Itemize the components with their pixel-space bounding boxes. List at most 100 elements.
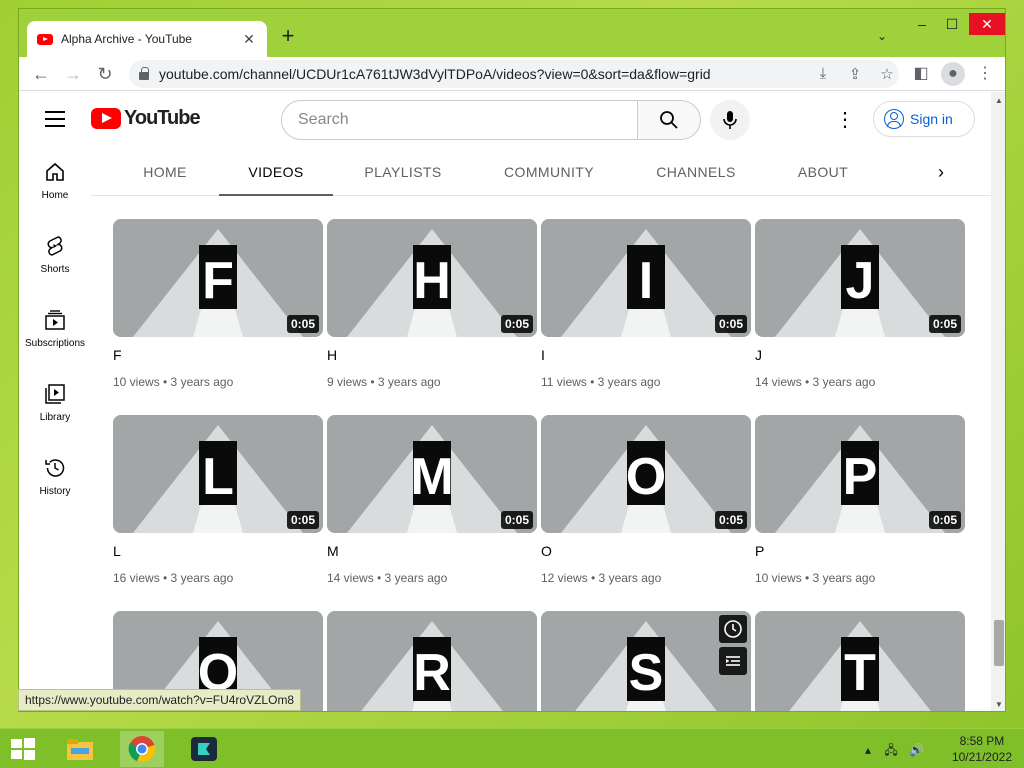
- tab-videos[interactable]: VIDEOS: [219, 148, 333, 196]
- tab-community[interactable]: COMMUNITY: [491, 148, 607, 196]
- install-icon[interactable]: ⤓: [813, 65, 833, 82]
- browser-menu-icon[interactable]: ⋮: [973, 62, 997, 86]
- youtube-favicon-icon: [37, 33, 53, 45]
- video-title[interactable]: H: [327, 347, 337, 363]
- scroll-thumb[interactable]: [994, 620, 1004, 666]
- video-title[interactable]: O: [541, 543, 552, 559]
- account-icon: [884, 109, 904, 129]
- video-thumbnail[interactable]: J 0:05: [755, 219, 965, 337]
- taskbar-clock[interactable]: 8:58 PM 10/21/2022: [952, 733, 1012, 765]
- video-metadata: 10 views • 3 years ago: [113, 375, 234, 389]
- video-metadata: 12 views • 3 years ago: [541, 571, 662, 585]
- video-card[interactable]: J 0:05 J 14 views • 3 years ago: [755, 219, 965, 409]
- video-thumbnail[interactable]: R: [327, 611, 537, 711]
- video-card[interactable]: I 0:05 I 11 views • 3 years ago: [541, 219, 751, 409]
- video-thumbnail[interactable]: I 0:05: [541, 219, 751, 337]
- video-thumbnail[interactable]: P 0:05: [755, 415, 965, 533]
- video-duration-badge: 0:05: [500, 511, 533, 529]
- video-card[interactable]: T: [755, 611, 965, 711]
- video-duration-badge: 0:05: [928, 511, 961, 529]
- guide-item-subscriptions[interactable]: Subscriptions: [19, 296, 91, 370]
- guide-item-history[interactable]: History: [19, 444, 91, 518]
- share-icon[interactable]: ⇪: [845, 65, 865, 83]
- video-card[interactable]: O 0:05 O 12 views • 3 years ago: [541, 415, 751, 605]
- settings-more-icon[interactable]: ⋮: [833, 108, 857, 132]
- youtube-logo[interactable]: YouTube: [91, 107, 201, 130]
- tab-close-icon[interactable]: ✕: [241, 31, 257, 48]
- scroll-down-arrow-icon[interactable]: ▼: [995, 700, 1003, 709]
- browser-toolbar: ← → ↻ youtube.com/channel/UCDUr1cA761tJW…: [19, 57, 1005, 91]
- guide-label: Home: [41, 190, 69, 201]
- guide-item-home[interactable]: Home: [19, 148, 91, 222]
- windows-start-icon[interactable]: [10, 737, 36, 761]
- tab-home[interactable]: HOME: [127, 148, 203, 196]
- new-tab-button[interactable]: +: [277, 25, 299, 47]
- thumbnail-letter: H: [413, 252, 451, 310]
- video-card[interactable]: R: [327, 611, 537, 711]
- window-maximize-button[interactable]: ☐: [937, 13, 967, 35]
- video-card[interactable]: F 0:05 F 10 views • 3 years ago: [113, 219, 323, 409]
- tabs-next-chevron-icon[interactable]: ›: [929, 160, 953, 184]
- tab-about[interactable]: ABOUT: [783, 148, 863, 196]
- chrome-app[interactable]: [120, 731, 164, 767]
- scroll-up-arrow-icon[interactable]: ▲: [995, 96, 1003, 105]
- profile-avatar-icon[interactable]: ●: [941, 62, 965, 86]
- video-card[interactable]: L 0:05 L 16 views • 3 years ago: [113, 415, 323, 605]
- clock-time: 8:58 PM: [959, 734, 1005, 748]
- network-icon[interactable]: 🖧: [884, 743, 897, 757]
- video-card[interactable]: H 0:05 H 9 views • 3 years ago: [327, 219, 537, 409]
- page-scrollbar[interactable]: ▲ ▼: [991, 92, 1005, 711]
- clock-date: 10/21/2022: [951, 750, 1012, 764]
- system-tray: ▴ 🖧 🔊: [865, 741, 924, 762]
- video-duration-badge: 0:05: [286, 315, 319, 333]
- video-thumbnail[interactable]: O 0:05: [541, 415, 751, 533]
- video-card[interactable]: S: [541, 611, 751, 711]
- voice-search-button[interactable]: [710, 100, 750, 140]
- show-hidden-icons-icon[interactable]: ▴: [865, 743, 871, 757]
- thumbnail-letter: T: [844, 644, 876, 702]
- thumbnail-letter: P: [843, 448, 878, 506]
- window-close-button[interactable]: ✕: [969, 13, 1005, 35]
- browser-tab[interactable]: Alpha Archive - YouTube ✕: [27, 21, 267, 57]
- tab-search-chevron-icon[interactable]: ⌄: [877, 29, 887, 43]
- search-input[interactable]: Search: [281, 100, 639, 140]
- video-thumbnail[interactable]: H 0:05: [327, 219, 537, 337]
- tab-playlists[interactable]: PLAYLISTS: [357, 148, 449, 196]
- side-panel-icon[interactable]: ◧: [909, 62, 933, 86]
- video-title[interactable]: I: [541, 347, 545, 363]
- video-title[interactable]: L: [113, 543, 121, 559]
- video-title[interactable]: F: [113, 347, 122, 363]
- reload-button[interactable]: ↻: [93, 62, 117, 86]
- video-card[interactable]: M 0:05 M 14 views • 3 years ago: [327, 415, 537, 605]
- video-metadata: 16 views • 3 years ago: [113, 571, 234, 585]
- add-to-queue-icon[interactable]: [719, 647, 747, 675]
- back-button[interactable]: ←: [29, 62, 53, 86]
- video-thumbnail[interactable]: L 0:05: [113, 415, 323, 533]
- video-duration-badge: 0:05: [714, 315, 747, 333]
- folder-icon: [67, 739, 93, 760]
- video-title[interactable]: M: [327, 543, 339, 559]
- video-metadata: 14 views • 3 years ago: [755, 375, 876, 389]
- forward-button[interactable]: →: [61, 62, 85, 86]
- video-card[interactable]: P 0:05 P 10 views • 3 years ago: [755, 415, 965, 605]
- guide-menu-icon[interactable]: [45, 111, 65, 127]
- sign-in-button[interactable]: Sign in: [873, 101, 975, 137]
- thumbnail-image: R: [327, 611, 537, 711]
- watch-later-clock-icon[interactable]: [719, 615, 747, 643]
- guide-item-library[interactable]: Library: [19, 370, 91, 444]
- tab-channels[interactable]: CHANNELS: [646, 148, 746, 196]
- video-thumbnail[interactable]: M 0:05: [327, 415, 537, 533]
- volume-icon[interactable]: 🔊: [909, 743, 924, 757]
- bookmark-star-icon[interactable]: ☆: [877, 65, 897, 83]
- guide-item-shorts[interactable]: Shorts: [19, 222, 91, 296]
- window-minimize-button[interactable]: –: [907, 13, 937, 35]
- search-button[interactable]: [637, 100, 701, 140]
- video-thumbnail[interactable]: T: [755, 611, 965, 711]
- file-explorer-app[interactable]: [58, 731, 102, 767]
- video-editor-icon: [191, 737, 217, 761]
- address-bar[interactable]: youtube.com/channel/UCDUr1cA761tJW3dVylT…: [129, 60, 899, 88]
- video-title[interactable]: P: [755, 543, 764, 559]
- video-title[interactable]: J: [755, 347, 762, 363]
- video-thumbnail[interactable]: F 0:05: [113, 219, 323, 337]
- filmora-app[interactable]: [182, 731, 226, 767]
